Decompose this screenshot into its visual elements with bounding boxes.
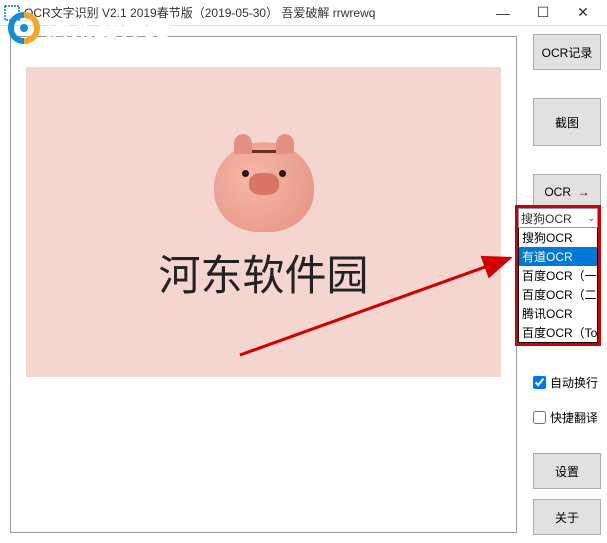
- settings-button[interactable]: 设置: [533, 453, 601, 489]
- canvas-area: 河东软件园: [0, 26, 527, 543]
- quick-translate-input[interactable]: [533, 411, 546, 424]
- minimize-button[interactable]: —: [483, 0, 523, 26]
- ocr-record-button[interactable]: OCR记录: [533, 34, 601, 70]
- dropdown-item[interactable]: 百度OCR（二）: [519, 285, 597, 304]
- dropdown-selected[interactable]: 搜狗OCR ⌄: [518, 208, 598, 228]
- auto-wrap-input[interactable]: [533, 376, 546, 389]
- logo-watermark: 河东软件园: [4, 8, 169, 48]
- auto-wrap-checkbox[interactable]: 自动换行: [533, 374, 601, 391]
- dropdown-item[interactable]: 腾讯OCR: [519, 304, 597, 323]
- logo-text: 河东软件园: [44, 11, 169, 46]
- chevron-down-icon: ⌄: [587, 213, 595, 224]
- arrow-right-icon: →: [578, 185, 590, 199]
- dropdown-list: 搜狗OCR有道OCR百度OCR（一）百度OCR（二）腾讯OCR百度OCR（Tok…: [518, 228, 598, 343]
- dropdown-item[interactable]: 有道OCR: [519, 247, 597, 266]
- preview-text: 河东软件园: [158, 242, 368, 303]
- piggy-bank-icon: [214, 142, 314, 232]
- maximize-button[interactable]: ☐: [523, 0, 563, 26]
- close-button[interactable]: ✕: [563, 0, 603, 26]
- quick-translate-checkbox[interactable]: 快捷翻译: [533, 409, 601, 426]
- ocr-engine-dropdown[interactable]: 搜狗OCR ⌄ 搜狗OCR有道OCR百度OCR（一）百度OCR（二）腾讯OCR百…: [515, 205, 601, 346]
- canvas-border: 河东软件园: [10, 36, 517, 533]
- dropdown-item[interactable]: 搜狗OCR: [519, 228, 597, 247]
- screenshot-button[interactable]: 截图: [533, 98, 601, 146]
- dropdown-item[interactable]: 百度OCR（一）: [519, 266, 597, 285]
- about-button[interactable]: 关于: [533, 499, 601, 535]
- preview-image: 河东软件园: [26, 67, 501, 377]
- dropdown-item[interactable]: 百度OCR（Toke: [519, 323, 597, 342]
